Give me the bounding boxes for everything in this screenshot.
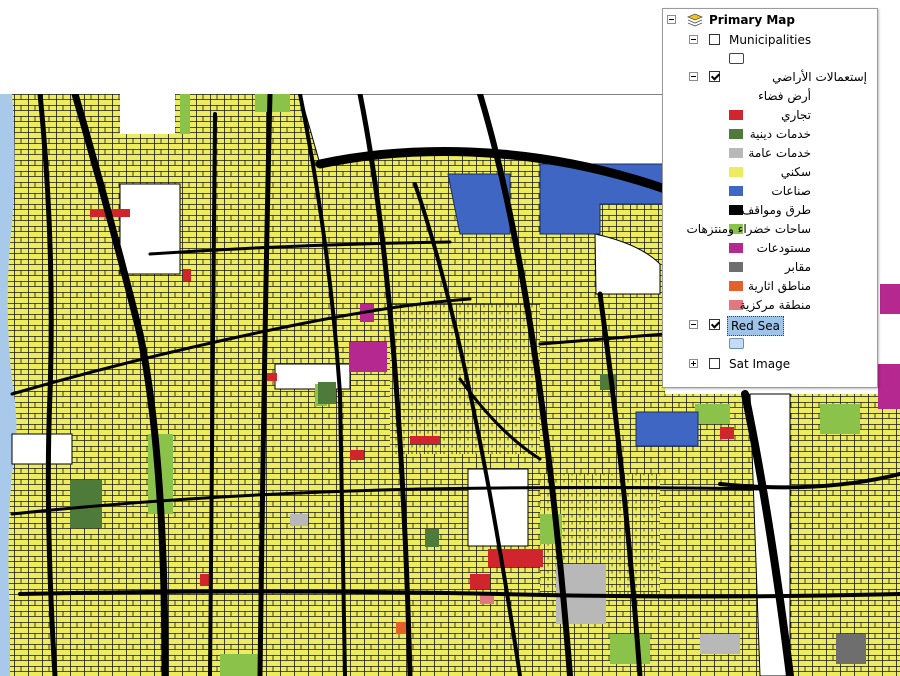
layer-row-redsea[interactable]: Red Sea (689, 316, 869, 336)
collapse-landuse-toggle[interactable] (689, 72, 698, 81)
collapse-root-toggle[interactable] (667, 15, 676, 24)
legend-item: مقابر (663, 258, 877, 276)
layer-name-satimage: Sat Image (729, 357, 791, 371)
layer-name-landuse: إستعمالات الأراضي (772, 70, 867, 84)
collapse-redsea-toggle[interactable] (689, 320, 698, 329)
layer-row-satimage[interactable]: Sat Image (689, 355, 869, 373)
legend-label: خدمات عامة (748, 146, 811, 160)
legend-label: خدمات دينية (749, 127, 811, 141)
collapse-municipalities-toggle[interactable] (689, 35, 698, 44)
legend-item: خدمات عامة (663, 144, 877, 162)
legend-item: طرق ومواقف (663, 201, 877, 219)
legend-item: سكني (663, 163, 877, 181)
legend-item: مناطق اثارية (663, 277, 877, 295)
legend-item: ساحات خضراء ومنتزهات (663, 220, 877, 238)
legend-label: ساحات خضراء ومنتزهات (686, 222, 812, 236)
legend-item: تجاري (663, 106, 877, 124)
legend-label: مقابر (784, 260, 811, 274)
legend-label: أرض فضاء (758, 89, 811, 103)
satimage-visibility-checkbox[interactable] (709, 358, 720, 369)
municipalities-symbol (729, 53, 744, 64)
legend-label: سكني (780, 165, 811, 179)
legend-label: تجاري (781, 108, 811, 122)
legend-label: صناعات (771, 184, 811, 198)
legend-label: مستودعات (756, 241, 811, 255)
legend-item: أرض فضاء (663, 87, 877, 105)
expand-satimage-toggle[interactable] (689, 359, 698, 368)
municipalities-visibility-checkbox[interactable] (709, 34, 720, 45)
layer-row-municipalities[interactable]: Municipalities (689, 31, 869, 49)
legend-label: طرق ومواقف (741, 203, 811, 217)
map-title: Primary Map (709, 13, 795, 27)
legend-label: منطقة مركزية (739, 298, 811, 312)
layer-name-redsea[interactable]: Red Sea (727, 316, 784, 336)
legend-label: مناطق اثارية (748, 279, 811, 293)
layers-icon (687, 13, 703, 27)
toc-root-row[interactable]: Primary Map (667, 11, 872, 29)
municipalities-symbol-row (729, 49, 759, 67)
redsea-visibility-checkbox[interactable] (709, 319, 720, 330)
redsea-symbol-row (729, 334, 759, 352)
legend-item: صناعات (663, 182, 877, 200)
legend-item: خدمات دينية (663, 125, 877, 143)
legend-item: منطقة مركزية (663, 296, 877, 314)
redsea-symbol (729, 338, 744, 349)
table-of-contents-panel[interactable]: Primary Map Municipalities إستعمالات الأ… (662, 8, 878, 388)
landuse-visibility-checkbox[interactable] (709, 71, 720, 82)
layer-row-landuse[interactable]: إستعمالات الأراضي (689, 68, 873, 86)
layer-name-municipalities: Municipalities (729, 33, 812, 47)
legend-item: مستودعات (663, 239, 877, 257)
